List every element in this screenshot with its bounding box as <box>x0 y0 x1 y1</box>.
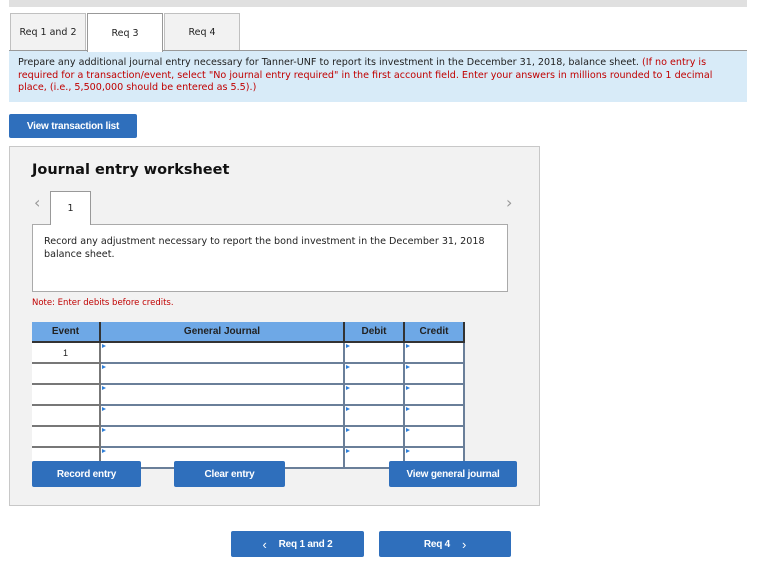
tab-req-3[interactable]: Req 3 <box>87 13 163 52</box>
event-cell <box>32 363 101 385</box>
chevron-left-icon: ‹ <box>262 536 267 552</box>
view-general-journal-button[interactable]: View general journal <box>389 461 517 487</box>
account-field-cell <box>99 342 345 364</box>
journal-table: Event General Journal Debit Credit 1 <box>32 322 465 469</box>
credit-field-cell <box>403 405 465 427</box>
account-field-cell <box>99 363 345 385</box>
account-field-cell <box>99 405 345 427</box>
header-debit: Debit <box>344 322 405 343</box>
instructions-text: Prepare any additional journal entry nec… <box>18 57 639 68</box>
account-field[interactable] <box>101 343 343 363</box>
account-field-cell <box>99 426 345 448</box>
requirement-tabs: Req 1 and 2 Req 3 Req 4 <box>10 13 241 52</box>
next-req-button[interactable]: Req 4 › <box>379 531 511 557</box>
view-transaction-list-button[interactable]: View transaction list <box>9 114 137 138</box>
table-row <box>32 384 465 406</box>
credit-field-cell <box>403 363 465 385</box>
account-field[interactable] <box>101 406 343 426</box>
header-event: Event <box>32 322 101 343</box>
credit-field[interactable] <box>405 427 463 447</box>
debit-field-cell <box>343 405 405 427</box>
credit-field-cell <box>403 426 465 448</box>
credit-field[interactable] <box>405 385 463 405</box>
tab-req-1-and-2[interactable]: Req 1 and 2 <box>10 13 86 51</box>
prev-req-button[interactable]: ‹ Req 1 and 2 <box>231 531 364 557</box>
table-row <box>32 405 465 427</box>
debit-field-cell <box>343 342 405 364</box>
credit-field[interactable] <box>405 343 463 363</box>
tab-req-4[interactable]: Req 4 <box>164 13 240 51</box>
debit-field-cell <box>343 426 405 448</box>
header-credit: Credit <box>404 322 465 343</box>
table-row <box>32 426 465 448</box>
clear-entry-button[interactable]: Clear entry <box>174 461 285 487</box>
credit-field-cell <box>403 342 465 364</box>
credit-field[interactable] <box>405 364 463 384</box>
next-req-label: Req 4 <box>423 538 451 550</box>
header-general-journal: General Journal <box>100 322 345 343</box>
account-field[interactable] <box>101 385 343 405</box>
credit-field[interactable] <box>405 406 463 426</box>
entry-tab-1[interactable]: 1 <box>50 191 91 225</box>
debit-field-cell <box>343 384 405 406</box>
debit-field[interactable] <box>345 364 403 384</box>
prev-req-label: Req 1 and 2 <box>278 538 333 550</box>
debit-field-cell <box>343 363 405 385</box>
entry-description: Record any adjustment necessary to repor… <box>32 224 508 292</box>
account-field[interactable] <box>101 364 343 384</box>
debit-field[interactable] <box>345 427 403 447</box>
debit-field[interactable] <box>345 385 403 405</box>
table-row: 1 <box>32 342 465 364</box>
event-cell <box>32 426 101 448</box>
worksheet-title: Journal entry worksheet <box>32 162 230 178</box>
debits-credits-note: Note: Enter debits before credits. <box>32 298 174 308</box>
credit-field-cell <box>403 384 465 406</box>
journal-entry-worksheet: Journal entry worksheet ‹ › 1 Record any… <box>9 146 540 506</box>
event-cell: 1 <box>32 342 101 364</box>
chevron-right-icon: › <box>462 536 467 552</box>
account-field[interactable] <box>101 427 343 447</box>
account-field-cell <box>99 384 345 406</box>
chevron-left-icon[interactable]: ‹ <box>34 193 40 212</box>
instructions-panel: Prepare any additional journal entry nec… <box>9 51 747 102</box>
debit-field[interactable] <box>345 406 403 426</box>
top-bar <box>9 0 747 7</box>
event-cell <box>32 405 101 427</box>
record-entry-button[interactable]: Record entry <box>32 461 141 487</box>
debit-field[interactable] <box>345 343 403 363</box>
table-row <box>32 363 465 385</box>
event-cell <box>32 384 101 406</box>
chevron-right-icon[interactable]: › <box>506 193 512 212</box>
